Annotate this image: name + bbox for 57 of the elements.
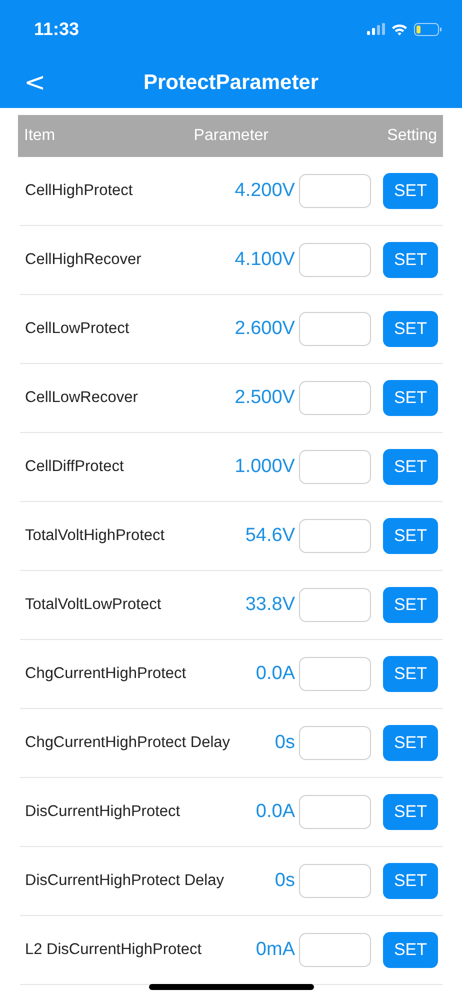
column-header: Setting [387, 127, 437, 145]
item-label: CellHighProtect [25, 182, 134, 200]
setting-field[interactable] [299, 726, 371, 760]
item-label: CellLowRecover [25, 389, 139, 407]
item-label: TotalVoltHighProtect [25, 527, 166, 545]
item-label: L2 DisCurrentHighProtect [25, 941, 203, 959]
signal-icon [367, 23, 385, 35]
parameter-value: 2.500V [234, 387, 295, 409]
item-label: DisCurrentHighProtect [25, 803, 182, 821]
set-button[interactable]: SET [383, 449, 438, 485]
item-label: TotalVoltLowProtect [25, 596, 162, 614]
set-button[interactable]: SET [383, 587, 438, 623]
setting-field[interactable] [299, 933, 371, 967]
back-button[interactable]: < [24, 70, 46, 96]
parameter-value: 54.6V [245, 525, 295, 547]
set-button[interactable]: SET [383, 725, 438, 761]
setting-field[interactable] [299, 519, 371, 553]
item-label: ChgCurrentHighProtect Delay [25, 734, 232, 752]
set-button[interactable]: SET [383, 518, 438, 554]
parameter-value: 4.100V [234, 249, 295, 271]
item-label: CellLowProtect [25, 320, 130, 338]
setting-field[interactable] [299, 795, 371, 829]
column-header: Parameter [194, 127, 268, 145]
item-label: CellDiffProtect [25, 458, 125, 476]
set-button[interactable]: SET [383, 863, 438, 899]
set-button[interactable]: SET [383, 656, 438, 692]
page-title: ProtectParameter [143, 71, 319, 95]
parameter-value: 33.8V [245, 594, 295, 616]
set-button[interactable]: SET [383, 380, 438, 416]
battery-icon [414, 22, 442, 36]
status-time: 11:33 [34, 18, 80, 40]
set-button[interactable]: SET [383, 311, 438, 347]
parameter-value: 0mA [256, 939, 295, 961]
parameter-value: 0s [274, 870, 295, 892]
column-header: Item [24, 127, 56, 145]
setting-field[interactable] [299, 588, 371, 622]
setting-field[interactable] [299, 312, 371, 346]
setting-field[interactable] [299, 450, 371, 484]
item-label: CellHighRecover [25, 251, 142, 269]
parameter-value: 4.200V [234, 180, 295, 202]
setting-field[interactable] [299, 243, 371, 277]
wifi-icon [391, 22, 408, 36]
setting-field[interactable] [299, 174, 371, 208]
set-button[interactable]: SET [383, 173, 438, 209]
item-label: ChgCurrentHighProtect [25, 665, 188, 683]
parameter-value: 1.000V [234, 456, 295, 478]
set-button[interactable]: SET [383, 794, 438, 830]
parameter-value: 0s [274, 732, 295, 754]
parameter-value: 0.0A [256, 663, 295, 685]
parameter-value: 0.0A [256, 801, 295, 823]
setting-field[interactable] [299, 381, 371, 415]
setting-field[interactable] [299, 864, 371, 898]
set-button[interactable]: SET [383, 932, 438, 968]
parameter-value: 2.600V [234, 318, 295, 340]
item-label: DisCurrentHighProtect Delay [25, 872, 225, 890]
set-button[interactable]: SET [383, 242, 438, 278]
setting-field[interactable] [299, 657, 371, 691]
